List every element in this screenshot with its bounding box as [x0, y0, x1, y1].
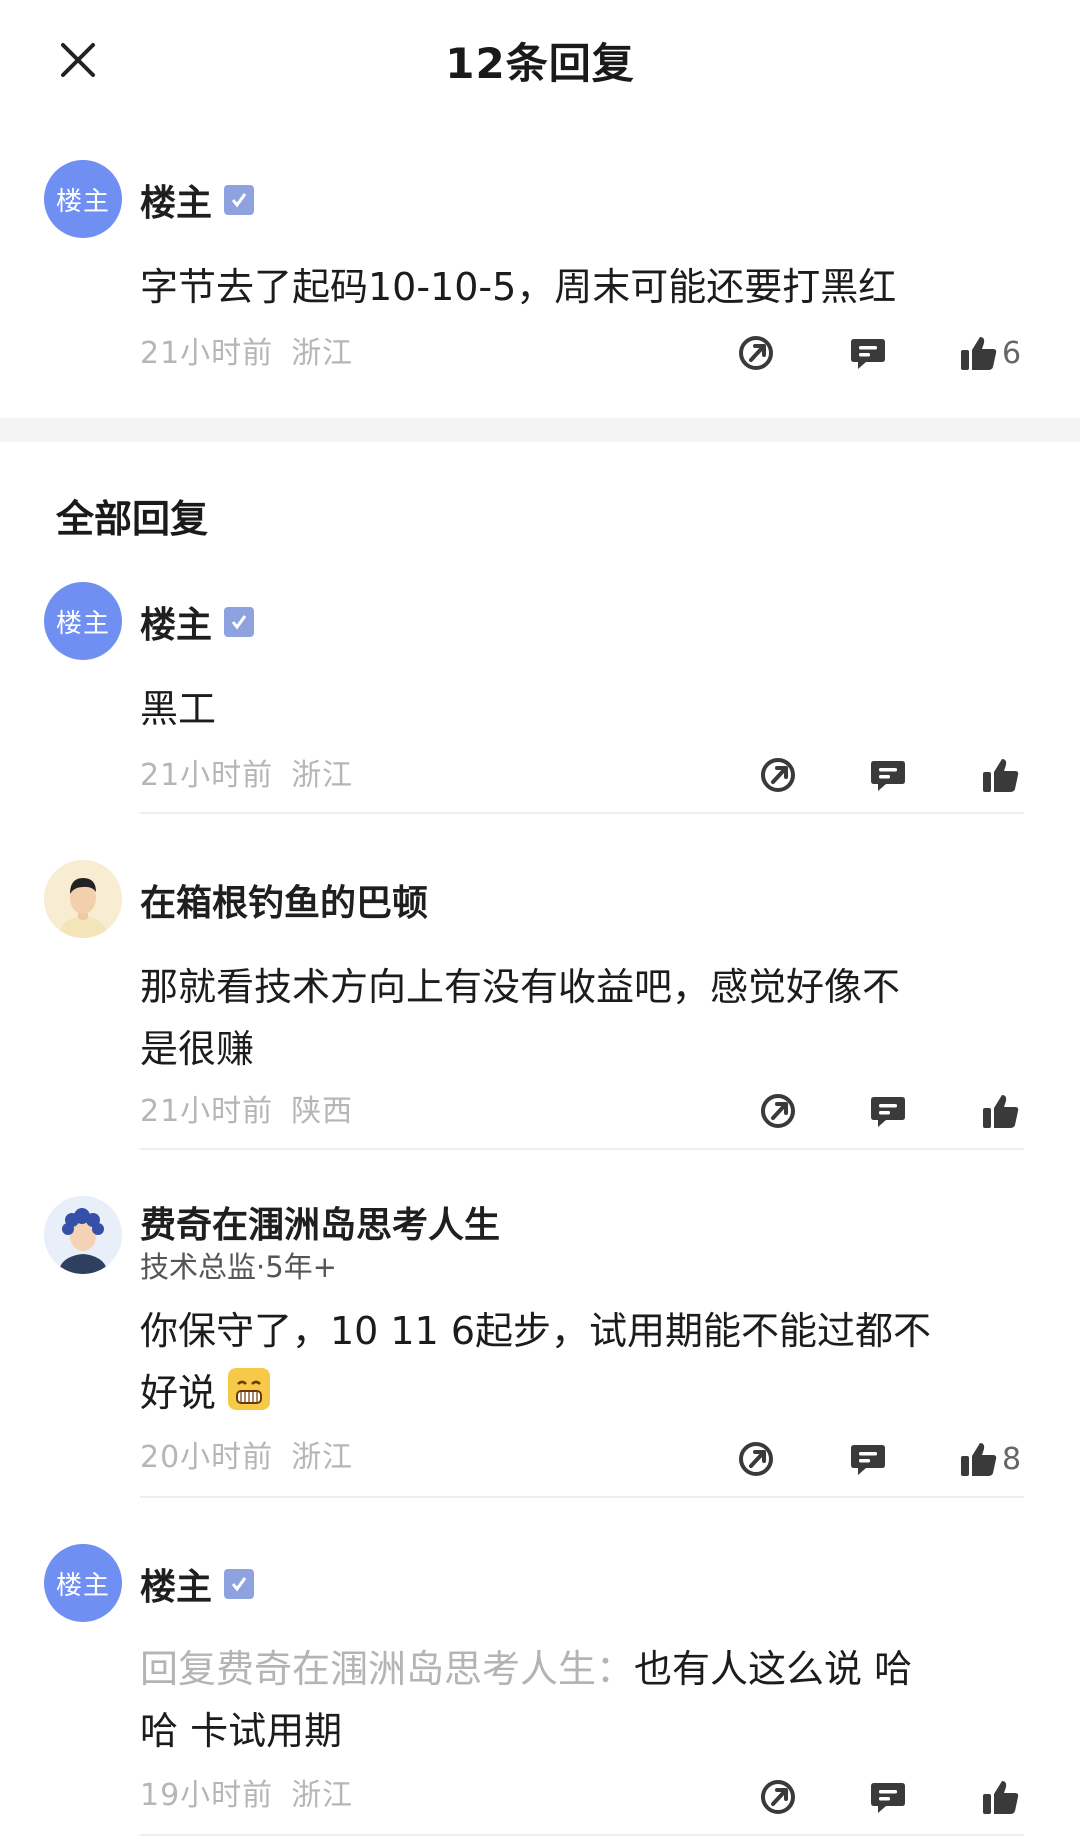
comment-content: 字节去了起码10-10-5，周末可能还要打黑红 [140, 265, 897, 309]
comment-content-line: 好说 [140, 1371, 217, 1415]
thumbs-up-icon [983, 1781, 1019, 1814]
like-button[interactable] [980, 1775, 1020, 1819]
share-button[interactable] [758, 753, 798, 797]
section-separator [0, 418, 1080, 442]
username[interactable]: 楼主 [140, 596, 255, 648]
verified-badge-icon [224, 185, 255, 215]
avatar[interactable] [44, 860, 122, 938]
share-button[interactable] [736, 1437, 776, 1481]
comment-region: 浙江 [291, 336, 354, 371]
share-icon [761, 1780, 795, 1814]
share-icon [739, 1442, 773, 1476]
comment-time: 21小时前 [140, 1094, 274, 1129]
username[interactable]: 楼主 [140, 1558, 255, 1610]
share-icon [761, 1094, 795, 1128]
comment-time: 21小时前 [140, 336, 274, 371]
reply-button[interactable] [868, 1775, 908, 1819]
top-bar: 12条回复 [0, 0, 1080, 116]
comment-content-line: 那就看技术方向上有没有收益吧，感觉好像不 [140, 965, 901, 1009]
comment-icon [851, 1445, 885, 1475]
comment-icon [871, 1783, 905, 1813]
reply-button[interactable] [868, 1089, 908, 1133]
like-button[interactable]: 8 [958, 1437, 1021, 1481]
comment-icon [851, 339, 885, 369]
comment-icon [871, 761, 905, 791]
comment-region: 浙江 [291, 758, 354, 793]
verified-badge-icon [224, 1569, 255, 1599]
page-title: 12条回复 [445, 39, 635, 88]
thumbs-up-icon [961, 1443, 997, 1476]
reply-button[interactable] [848, 331, 888, 375]
thumbs-up-icon [961, 337, 997, 370]
share-button[interactable] [758, 1775, 798, 1819]
comment-content: 黑工 [140, 687, 217, 731]
comment-content-line-wrap: 好说 [140, 1362, 1020, 1424]
comment-content-line: 你保守了，10 11 6起步，试用期能不能过都不 [140, 1309, 932, 1353]
comment-region: 浙江 [291, 1440, 354, 1475]
divider [140, 1496, 1024, 1498]
username-text: 在箱根钓鱼的巴顿 [140, 883, 429, 924]
reply-button[interactable] [868, 753, 908, 797]
comment-meta: 21小时前 浙江 [140, 328, 353, 372]
comment-meta: 20小时前 浙江 [140, 1432, 353, 1476]
thumbs-up-icon [983, 1095, 1019, 1128]
person-avatar-icon [44, 1196, 122, 1274]
share-icon [761, 758, 795, 792]
comment-content-line: 是很赚 [140, 1027, 255, 1071]
comment-content: 你保守了，10 11 6起步，试用期能不能过都不 好说 [140, 1300, 1020, 1424]
like-button[interactable]: 6 [958, 331, 1021, 375]
person-avatar-icon [44, 860, 122, 938]
like-button[interactable] [980, 1089, 1020, 1133]
comment-time: 21小时前 [140, 758, 274, 793]
username-text: 楼主 [140, 1567, 213, 1608]
like-button[interactable] [980, 753, 1020, 797]
divider [140, 812, 1024, 814]
reply-button[interactable] [848, 1437, 888, 1481]
username[interactable]: 在箱根钓鱼的巴顿 [140, 874, 428, 926]
username[interactable]: 费奇在涠洲岛思考人生 [140, 1196, 500, 1248]
avatar[interactable]: 楼主 [44, 1544, 122, 1622]
section-title: 全部回复 [56, 497, 209, 541]
comment-content-line: 也有人这么说 哈 [634, 1647, 913, 1691]
avatar-label: 楼主 [55, 186, 110, 217]
thumbs-up-icon [983, 759, 1019, 792]
like-count: 6 [1002, 335, 1022, 371]
comment-content-line: 哈 卡试用期 [140, 1709, 343, 1753]
comment-time: 20小时前 [140, 1440, 274, 1475]
avatar-label: 楼主 [55, 608, 110, 639]
comment-region: 陕西 [291, 1094, 354, 1129]
verified-badge-icon [224, 607, 255, 637]
user-title: 技术总监·5年+ [140, 1250, 337, 1284]
share-icon [739, 336, 773, 370]
divider [140, 1148, 1024, 1150]
avatar[interactable]: 楼主 [44, 160, 122, 238]
like-count: 8 [1002, 1441, 1022, 1477]
username-text: 楼主 [140, 183, 213, 224]
grin-emoji-icon [228, 1368, 271, 1410]
comment-content: 回复费奇在涠洲岛思考人生：也有人这么说 哈 哈 卡试用期 [140, 1638, 1020, 1762]
reply-to-prefix[interactable]: 回复费奇在涠洲岛思考人生： [140, 1647, 634, 1691]
avatar[interactable] [44, 1196, 122, 1274]
comment-content: 那就看技术方向上有没有收益吧，感觉好像不 是很赚 [140, 956, 1020, 1080]
comment-content-line-wrap: 回复费奇在涠洲岛思考人生：也有人这么说 哈 [140, 1638, 1020, 1700]
comment-region: 浙江 [291, 1778, 354, 1813]
avatar-label: 楼主 [55, 1570, 110, 1601]
comment-icon [871, 1097, 905, 1127]
username-text: 费奇在涠洲岛思考人生 [140, 1205, 501, 1246]
share-button[interactable] [758, 1089, 798, 1133]
username[interactable]: 楼主 [140, 174, 255, 226]
comment-meta: 19小时前 浙江 [140, 1770, 353, 1814]
avatar[interactable]: 楼主 [44, 582, 122, 660]
share-button[interactable] [736, 331, 776, 375]
comment-time: 19小时前 [140, 1778, 274, 1813]
comment-meta: 21小时前 浙江 [140, 750, 353, 794]
username-text: 楼主 [140, 605, 213, 646]
comment-meta: 21小时前 陕西 [140, 1086, 353, 1130]
divider [140, 1834, 1024, 1836]
